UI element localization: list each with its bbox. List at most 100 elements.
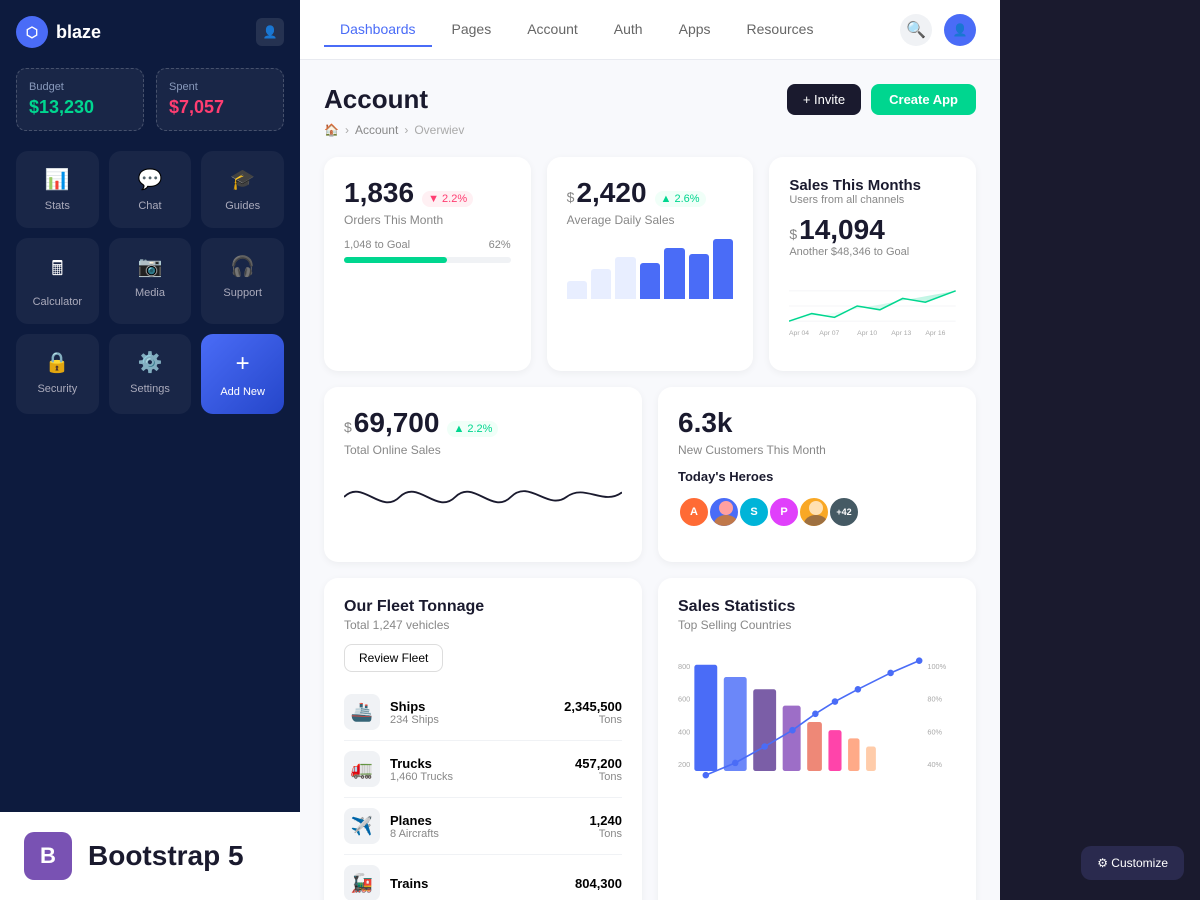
spent-card: Spent $7,057	[156, 68, 284, 131]
trucks-name: Trucks	[390, 756, 575, 771]
online-prefix: $	[344, 419, 352, 435]
sales-big-number: 14,094	[799, 214, 885, 246]
stats-grid-row1: 1,836 ▼ 2.2% Orders This Month 1,048 to …	[324, 157, 976, 371]
sidebar-item-calculator[interactable]: 🖩 Calculator	[16, 238, 99, 324]
sidebar-item-media[interactable]: 📷 Media	[109, 238, 192, 324]
right-panel: ⚙ Customize	[1000, 0, 1200, 900]
new-customers-card: 6.3k New Customers This Month Today's He…	[658, 387, 976, 562]
ships-unit: Tons	[564, 714, 622, 726]
sales-month-card: Sales This Months Users from all channel…	[769, 157, 976, 371]
breadcrumb-home: 🏠	[324, 123, 339, 137]
progress-left: 1,048 to Goal	[344, 239, 410, 251]
header-actions: + Invite Create App	[787, 84, 976, 115]
sales-month-title: Sales This Months	[789, 177, 956, 194]
hero-avatar-4: P	[768, 496, 800, 528]
sales-month-subtitle: Users from all channels	[789, 194, 956, 206]
svg-text:600: 600	[678, 695, 690, 704]
search-button[interactable]: 🔍	[900, 14, 932, 46]
online-label: Total Online Sales	[344, 443, 622, 457]
user-avatar[interactable]: 👤	[944, 14, 976, 46]
tab-pages[interactable]: Pages	[436, 13, 508, 47]
calculator-icon: 🖩	[51, 254, 63, 288]
bottom-grid: Our Fleet Tonnage Total 1,247 vehicles R…	[324, 578, 976, 900]
guides-icon: 🎓	[230, 167, 255, 192]
bootstrap-icon: B	[24, 832, 72, 880]
bar-7	[713, 239, 733, 299]
customers-label: New Customers This Month	[678, 443, 956, 457]
stats-icon: 📊	[45, 167, 70, 192]
planes-value: 1,240	[589, 813, 622, 828]
sidebar-item-label: Media	[135, 287, 165, 299]
svg-text:Apr 16: Apr 16	[926, 330, 946, 337]
svg-text:200: 200	[678, 760, 690, 769]
hero-avatar-1: A	[678, 496, 710, 528]
budget-card: Budget $13,230	[16, 68, 144, 131]
bar-2	[591, 269, 611, 299]
sidebar-item-chat[interactable]: 💬 Chat	[109, 151, 192, 228]
svg-text:80%: 80%	[927, 695, 942, 704]
svg-text:40%: 40%	[927, 760, 942, 769]
svg-text:60%: 60%	[927, 727, 942, 736]
orders-card: 1,836 ▼ 2.2% Orders This Month 1,048 to …	[324, 157, 531, 371]
hero-avatar-2	[708, 496, 740, 528]
fleet-item-trucks: 🚛 Trucks 1,460 Trucks 457,200 Tons	[344, 741, 622, 798]
create-app-button[interactable]: Create App	[871, 84, 976, 115]
mini-bar-chart	[567, 239, 734, 299]
sidebar-item-stats[interactable]: 📊 Stats	[16, 151, 99, 228]
heroes-avatars: A S P +42	[678, 496, 956, 528]
customers-number: 6.3k	[678, 407, 956, 439]
sidebar-item-support[interactable]: 🎧 Support	[201, 238, 284, 324]
sidebar-item-label: Chat	[138, 200, 161, 212]
online-sales-chart	[344, 457, 622, 537]
breadcrumb: 🏠 › Account › Overwiev	[324, 123, 976, 137]
tab-dashboards[interactable]: Dashboards	[324, 13, 432, 47]
fleet-item-trains: 🚂 Trains 804,300	[344, 855, 622, 900]
avg-number: 2,420	[576, 177, 646, 209]
avg-label: Average Daily Sales	[567, 213, 734, 227]
fleet-item-planes: ✈️ Planes 8 Aircrafts 1,240 Tons	[344, 798, 622, 855]
settings-icon: ⚙️	[138, 350, 163, 375]
sidebar-item-add-new[interactable]: + Add New	[201, 334, 284, 414]
breadcrumb-current: Overwiev	[414, 123, 464, 137]
planes-count: 8 Aircrafts	[390, 828, 589, 840]
sales-note: Another $48,346 to Goal	[789, 246, 956, 258]
svg-text:400: 400	[678, 727, 690, 736]
budget-value: $13,230	[29, 97, 131, 118]
breadcrumb-account[interactable]: Account	[355, 123, 398, 137]
user-settings-icon[interactable]: 👤	[256, 18, 284, 46]
tab-apps[interactable]: Apps	[663, 13, 727, 47]
nav-grid: 📊 Stats 💬 Chat 🎓 Guides 🖩 Calculator 📷 M…	[16, 151, 284, 414]
media-icon: 📷	[138, 254, 163, 279]
ships-value: 2,345,500	[564, 699, 622, 714]
bar-1	[567, 281, 587, 299]
logo: ⬡ blaze	[16, 16, 101, 48]
svg-text:800: 800	[678, 662, 690, 671]
tab-auth[interactable]: Auth	[598, 13, 659, 47]
orders-badge: ▼ 2.2%	[422, 191, 473, 207]
fleet-card: Our Fleet Tonnage Total 1,247 vehicles R…	[324, 578, 642, 900]
sidebar-item-settings[interactable]: ⚙️ Settings	[109, 334, 192, 414]
invite-button[interactable]: + Invite	[787, 84, 861, 115]
customize-button[interactable]: ⚙ Customize	[1081, 846, 1184, 880]
heroes-title: Today's Heroes	[678, 469, 956, 484]
sales-stats-title: Sales Statistics	[678, 598, 956, 616]
breadcrumb-sep: ›	[345, 123, 349, 137]
review-fleet-button[interactable]: Review Fleet	[344, 644, 443, 672]
trains-value: 804,300	[575, 876, 622, 891]
svg-text:Apr 04: Apr 04	[789, 330, 809, 337]
sales-stats-chart: 800 600 400 200 100% 80% 60% 40%	[678, 632, 956, 812]
trucks-count: 1,460 Trucks	[390, 771, 575, 783]
sidebar-item-label: Settings	[130, 383, 170, 395]
avg-prefix: $	[567, 189, 575, 205]
fleet-title: Our Fleet Tonnage	[344, 598, 622, 616]
tab-resources[interactable]: Resources	[731, 13, 830, 47]
online-badge: ▲ 2.2%	[447, 421, 498, 437]
hero-avatar-3: S	[738, 496, 770, 528]
top-navigation: Dashboards Pages Account Auth Apps Resou…	[300, 0, 1000, 60]
sidebar-item-guides[interactable]: 🎓 Guides	[201, 151, 284, 228]
tab-account[interactable]: Account	[511, 13, 594, 47]
orders-progress: 1,048 to Goal 62%	[344, 239, 511, 263]
svg-text:Apr 10: Apr 10	[858, 330, 878, 337]
sidebar-item-security[interactable]: 🔒 Security	[16, 334, 99, 414]
ships-icon: 🚢	[344, 694, 380, 730]
